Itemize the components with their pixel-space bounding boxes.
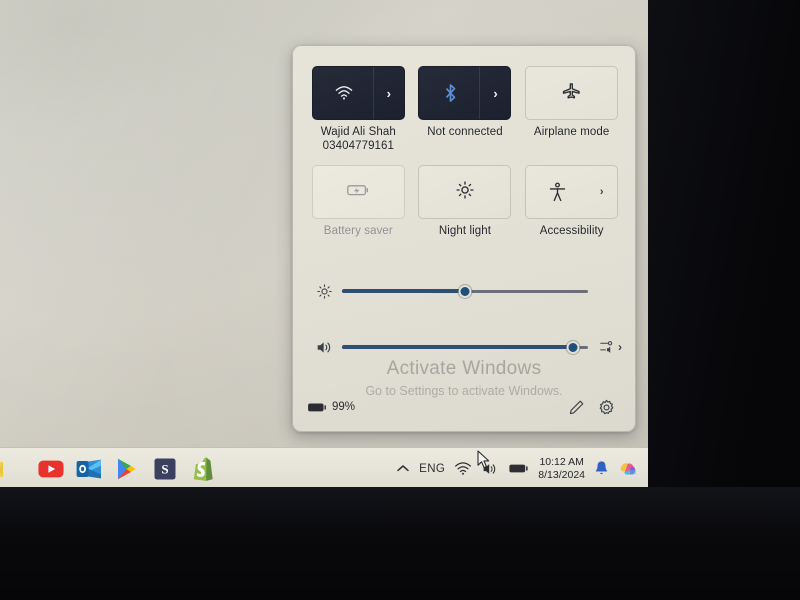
- quick-tile-airplane-mode: Airplane mode: [523, 66, 620, 153]
- chevron-right-glyph: ›: [493, 85, 498, 101]
- taskbar-app-google-play[interactable]: [114, 456, 140, 482]
- brightness-slider-row: [310, 276, 622, 306]
- volume-fill: [342, 345, 574, 349]
- bluetooth-status: Not connected: [427, 126, 503, 138]
- airplane-mode-tile-label: Airplane mode: [534, 126, 609, 140]
- edit-quick-settings-button[interactable]: [561, 394, 591, 420]
- audio-output-chevron-icon[interactable]: ›: [618, 341, 622, 353]
- taskbar: S ENG 10:12 AM 8/13/2024: [0, 447, 650, 489]
- svg-text:S: S: [161, 461, 168, 476]
- bluetooth-chevron-right-icon[interactable]: ›: [479, 67, 510, 119]
- tray-battery-button[interactable]: [508, 462, 529, 475]
- quick-settings-tile-grid: › Wajid Ali Shah 03404779161 › Not conne…: [310, 66, 620, 239]
- clock-date: 8/13/2024: [538, 468, 585, 481]
- volume-thumb[interactable]: [566, 340, 580, 354]
- tray-clock[interactable]: 10:12 AM 8/13/2024: [538, 456, 585, 481]
- pencil-edit-icon: [569, 400, 583, 414]
- taskbar-app-shopify[interactable]: [190, 456, 216, 482]
- bluetooth-icon: [419, 67, 481, 119]
- tray-overflow-button[interactable]: [396, 463, 410, 474]
- accessibility-tile-label: Accessibility: [540, 225, 604, 239]
- copilot-icon: [620, 462, 637, 475]
- volume-slider[interactable]: [342, 339, 588, 355]
- brightness-thumb[interactable]: [458, 284, 472, 298]
- taskbar-app-partial-yellow[interactable]: [0, 456, 14, 482]
- screen: › Wajid Ali Shah 03404779161 › Not conne…: [0, 0, 650, 489]
- gear-icon: [599, 399, 613, 414]
- tray-language-indicator[interactable]: ENG: [419, 463, 445, 475]
- quick-tile-bluetooth: › Not connected: [417, 66, 514, 153]
- battery-status[interactable]: 99%: [307, 401, 355, 414]
- accessibility-text: Accessibility: [539, 225, 604, 238]
- battery-saver-tile-button[interactable]: [311, 165, 405, 220]
- accessibility-chevron-right-icon[interactable]: ›: [586, 166, 617, 218]
- quick-settings-panel: › Wajid Ali Shah 03404779161 › Not conne…: [292, 45, 636, 432]
- system-tray: ENG 10:12 AM 8/13/2024: [396, 456, 650, 481]
- chevron-right-glyph: ›: [599, 185, 604, 198]
- airplane-icon: [562, 81, 582, 106]
- battery-saver-tile-label: Battery saver: [324, 225, 393, 239]
- night-light-tile-button[interactable]: [418, 165, 512, 220]
- airplane-mode-text: Airplane mode: [533, 126, 610, 138]
- tray-wifi-button[interactable]: [454, 461, 472, 476]
- mouse-cursor: [477, 450, 491, 474]
- night-light-text: Night light: [438, 225, 492, 238]
- audio-output-selector[interactable]: ›: [588, 339, 622, 355]
- battery-saver-text: Battery saver: [323, 225, 393, 238]
- bell-icon: [595, 461, 608, 475]
- wifi-tile-button[interactable]: ›: [311, 66, 405, 120]
- settings-button[interactable]: [591, 394, 621, 420]
- wifi-icon: [455, 462, 472, 475]
- quick-tile-wifi: › Wajid Ali Shah 03404779161: [310, 66, 407, 153]
- volume-slider-row: ›: [310, 332, 622, 362]
- brightness-slider[interactable]: [342, 283, 588, 299]
- chevron-up-icon: [397, 465, 409, 472]
- quick-settings-footer: 99%: [293, 393, 635, 421]
- quick-tile-battery-saver: Battery saver: [310, 165, 407, 239]
- battery-percent-label: 99%: [332, 401, 356, 413]
- tray-copilot-button[interactable]: [618, 457, 642, 481]
- activate-windows-watermark: Activate Windows Go to Settings to activ…: [293, 358, 635, 398]
- quick-tile-accessibility: › Accessibility: [523, 165, 620, 239]
- airplane-mode-tile-button[interactable]: [525, 66, 619, 120]
- taskbar-app-icons: S: [0, 456, 216, 482]
- quick-tile-night-light: Night light: [417, 165, 514, 239]
- brightness-icon: [310, 283, 338, 300]
- laptop-screen-photo: › Wajid Ali Shah 03404779161 › Not conne…: [0, 0, 800, 600]
- audio-output-icon: [600, 341, 613, 353]
- taskbar-app-s-dark[interactable]: S: [152, 456, 178, 482]
- battery-saver-icon: [345, 182, 371, 203]
- accessibility-icon: [526, 166, 588, 218]
- wifi-chevron-right-icon[interactable]: ›: [372, 67, 404, 119]
- speaker-icon: [310, 339, 338, 356]
- chevron-right-glyph: ›: [386, 85, 391, 101]
- brightness-icon: [455, 180, 475, 205]
- bluetooth-tile-button[interactable]: ›: [418, 66, 512, 120]
- tray-notifications-button[interactable]: [594, 460, 609, 477]
- taskbar-app-outlook[interactable]: [76, 456, 102, 482]
- laptop-bezel-bottom: [0, 487, 800, 600]
- bluetooth-tile-label: Not connected: [427, 126, 502, 140]
- night-light-tile-label: Night light: [439, 225, 491, 239]
- wifi-network-name: Wajid Ali Shah: [320, 126, 396, 138]
- wifi-icon: [313, 67, 375, 119]
- accessibility-tile-button[interactable]: ›: [525, 165, 619, 220]
- battery-icon: [308, 403, 326, 411]
- battery-icon: [509, 464, 528, 473]
- clock-time: 10:12 AM: [539, 456, 584, 469]
- wifi-tile-label: Wajid Ali Shah 03404779161: [321, 126, 396, 153]
- taskbar-app-youtube[interactable]: [38, 456, 64, 482]
- brightness-fill: [342, 289, 465, 293]
- wifi-network-detail: 03404779161: [322, 139, 395, 152]
